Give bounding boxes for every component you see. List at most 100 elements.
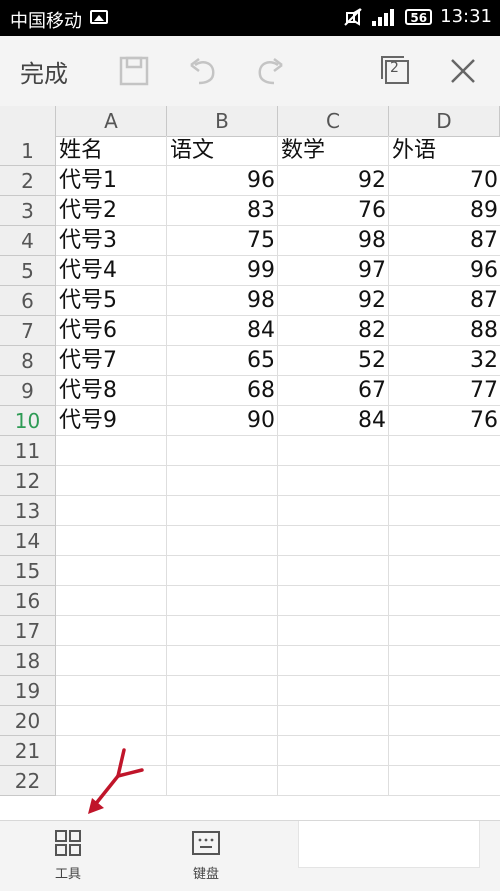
cell-c4[interactable]: 98 [278, 226, 389, 256]
cell-a3[interactable]: 代号2 [56, 196, 167, 226]
cell-d19[interactable] [389, 676, 500, 706]
cell-a1[interactable]: 姓名 [56, 136, 167, 166]
cell-a17[interactable] [56, 616, 167, 646]
cell-b10[interactable]: 90 [167, 406, 278, 436]
cell-d15[interactable] [389, 556, 500, 586]
cell-d18[interactable] [389, 646, 500, 676]
column-header-d[interactable]: D [389, 106, 500, 136]
cell-c14[interactable] [278, 526, 389, 556]
cell-d4[interactable]: 87 [389, 226, 500, 256]
cell-a2[interactable]: 代号1 [56, 166, 167, 196]
cell-d14[interactable] [389, 526, 500, 556]
cell-b9[interactable]: 68 [167, 376, 278, 406]
cell-b18[interactable] [167, 646, 278, 676]
cell-c5[interactable]: 97 [278, 256, 389, 286]
cell-d11[interactable] [389, 436, 500, 466]
cell-b12[interactable] [167, 466, 278, 496]
row-number[interactable]: 7 [0, 316, 56, 346]
cell-c16[interactable] [278, 586, 389, 616]
cell-c18[interactable] [278, 646, 389, 676]
tools-button[interactable]: 工具 [28, 829, 108, 889]
row-number[interactable]: 1 [0, 136, 56, 166]
cell-c11[interactable] [278, 436, 389, 466]
row-number[interactable]: 17 [0, 616, 56, 646]
cell-a12[interactable] [56, 466, 167, 496]
cell-d5[interactable]: 96 [389, 256, 500, 286]
row-number[interactable]: 18 [0, 646, 56, 676]
row-number[interactable]: 6 [0, 286, 56, 316]
cell-a15[interactable] [56, 556, 167, 586]
cell-c15[interactable] [278, 556, 389, 586]
windows-icon[interactable]: 2 [378, 53, 414, 89]
row-number[interactable]: 15 [0, 556, 56, 586]
cell-a7[interactable]: 代号6 [56, 316, 167, 346]
row-number[interactable]: 5 [0, 256, 56, 286]
cell-c19[interactable] [278, 676, 389, 706]
cell-a13[interactable] [56, 496, 167, 526]
cell-a9[interactable]: 代号8 [56, 376, 167, 406]
column-header-c[interactable]: C [278, 106, 389, 136]
cell-b17[interactable] [167, 616, 278, 646]
cell-c22[interactable] [278, 766, 389, 796]
cell-d7[interactable]: 88 [389, 316, 500, 346]
column-header-b[interactable]: B [167, 106, 278, 136]
cell-a8[interactable]: 代号7 [56, 346, 167, 376]
cell-c3[interactable]: 76 [278, 196, 389, 226]
cell-b13[interactable] [167, 496, 278, 526]
row-number[interactable]: 11 [0, 436, 56, 466]
select-all-corner[interactable] [0, 106, 56, 136]
keyboard-button[interactable]: 键盘 [166, 829, 246, 889]
undo-icon[interactable] [185, 53, 221, 89]
cell-a16[interactable] [56, 586, 167, 616]
cell-a10[interactable]: 代号9 [56, 406, 167, 436]
cell-d9[interactable]: 77 [389, 376, 500, 406]
row-number[interactable]: 9 [0, 376, 56, 406]
cell-d21[interactable] [389, 736, 500, 766]
close-icon[interactable] [445, 53, 481, 89]
cell-d2[interactable]: 70 [389, 166, 500, 196]
cell-a4[interactable]: 代号3 [56, 226, 167, 256]
cell-d12[interactable] [389, 466, 500, 496]
cell-c7[interactable]: 82 [278, 316, 389, 346]
cell-c20[interactable] [278, 706, 389, 736]
row-number[interactable]: 10 [0, 406, 56, 436]
cell-a19[interactable] [56, 676, 167, 706]
cell-c8[interactable]: 52 [278, 346, 389, 376]
cell-d13[interactable] [389, 496, 500, 526]
cell-d6[interactable]: 87 [389, 286, 500, 316]
save-icon[interactable] [116, 53, 152, 89]
cell-c6[interactable]: 92 [278, 286, 389, 316]
cell-d1[interactable]: 外语 [389, 136, 500, 166]
row-number[interactable]: 8 [0, 346, 56, 376]
cell-c17[interactable] [278, 616, 389, 646]
cell-d16[interactable] [389, 586, 500, 616]
row-number[interactable]: 12 [0, 466, 56, 496]
cell-input-box[interactable] [298, 821, 480, 868]
cell-d20[interactable] [389, 706, 500, 736]
cell-a11[interactable] [56, 436, 167, 466]
cell-d8[interactable]: 32 [389, 346, 500, 376]
cell-a14[interactable] [56, 526, 167, 556]
cell-a6[interactable]: 代号5 [56, 286, 167, 316]
cell-b19[interactable] [167, 676, 278, 706]
cell-b21[interactable] [167, 736, 278, 766]
cell-a5[interactable]: 代号4 [56, 256, 167, 286]
cell-b16[interactable] [167, 586, 278, 616]
row-number[interactable]: 3 [0, 196, 56, 226]
cell-c9[interactable]: 67 [278, 376, 389, 406]
cell-b4[interactable]: 75 [167, 226, 278, 256]
cell-c21[interactable] [278, 736, 389, 766]
column-header-a[interactable]: A [56, 106, 167, 136]
cell-a20[interactable] [56, 706, 167, 736]
cell-d17[interactable] [389, 616, 500, 646]
cell-c2[interactable]: 92 [278, 166, 389, 196]
cell-b8[interactable]: 65 [167, 346, 278, 376]
cell-c12[interactable] [278, 466, 389, 496]
row-number[interactable]: 21 [0, 736, 56, 766]
row-number[interactable]: 22 [0, 766, 56, 796]
row-number[interactable]: 20 [0, 706, 56, 736]
row-number[interactable]: 19 [0, 676, 56, 706]
cell-b6[interactable]: 98 [167, 286, 278, 316]
cell-b11[interactable] [167, 436, 278, 466]
cell-b7[interactable]: 84 [167, 316, 278, 346]
